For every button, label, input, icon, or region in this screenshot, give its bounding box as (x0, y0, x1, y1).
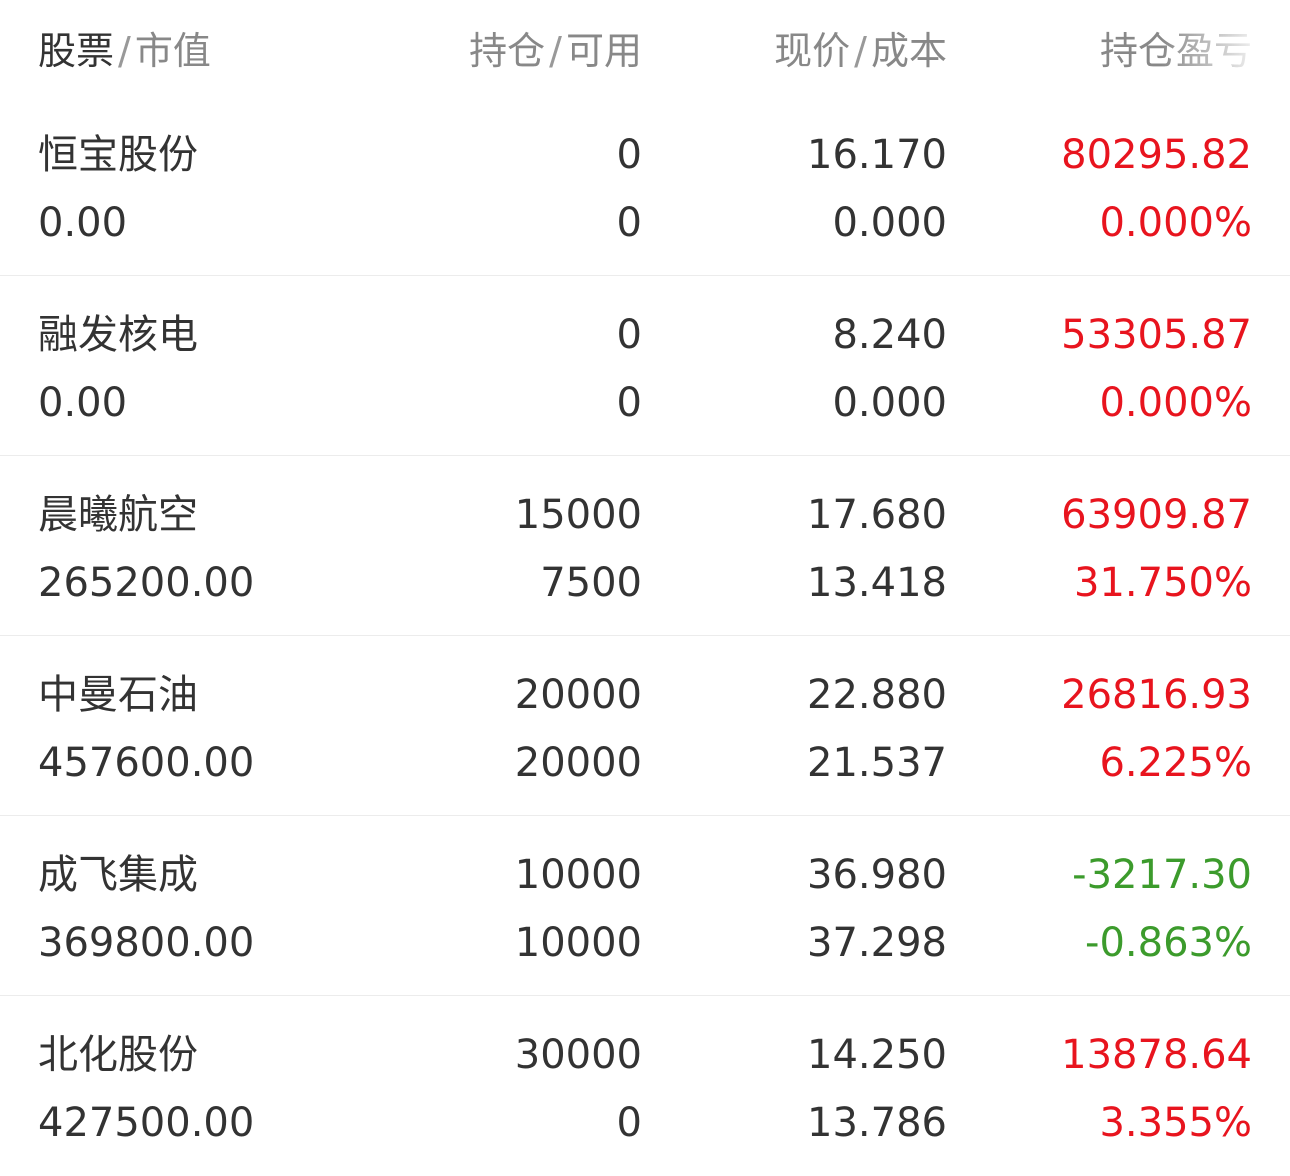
pnl-amount: -3217.30 (1072, 852, 1252, 898)
available-qty: 0 (616, 200, 642, 246)
market-value: 369800.00 (38, 920, 255, 966)
header-market-value-label: 市值 (134, 29, 211, 73)
header-position-available[interactable]: 持仓 / 可用 (469, 26, 642, 76)
pnl-percent: 0.000% (1099, 200, 1252, 246)
cost-price: 21.537 (807, 740, 947, 786)
pnl-percent: 0.000% (1099, 380, 1252, 426)
available-qty: 7500 (540, 560, 642, 606)
holding-row[interactable]: 中曼石油 457600.00 20000 20000 22.880 21.537… (0, 636, 1290, 816)
stock-name: 中曼石油 (38, 672, 198, 718)
header-position-label: 持仓 (469, 29, 546, 73)
holding-row[interactable]: 恒宝股份 0.00 0 0 16.170 0.000 80295.82 0.00… (0, 96, 1290, 276)
current-price: 22.880 (807, 672, 947, 718)
header-available-label: 可用 (565, 29, 642, 73)
pnl-percent: 6.225% (1099, 740, 1252, 786)
header-position-pnl[interactable]: 持仓盈亏 (1100, 26, 1252, 76)
pnl-percent: 31.750% (1074, 560, 1252, 606)
position-qty: 10000 (514, 852, 642, 898)
market-value: 427500.00 (38, 1100, 255, 1146)
position-qty: 0 (616, 312, 642, 358)
current-price: 36.980 (807, 852, 947, 898)
stock-name: 融发核电 (38, 312, 198, 358)
stock-name: 晨曦航空 (38, 492, 198, 538)
pnl-percent: -0.863% (1085, 920, 1252, 966)
available-qty: 0 (616, 380, 642, 426)
stock-name: 北化股份 (38, 1032, 198, 1078)
header-separator: / (549, 29, 562, 73)
pnl-amount: 13878.64 (1061, 1032, 1252, 1078)
current-price: 16.170 (807, 132, 947, 178)
position-qty: 30000 (514, 1032, 642, 1078)
holding-row[interactable]: 北化股份 427500.00 30000 0 14.250 13.786 138… (0, 996, 1290, 1176)
pnl-amount: 53305.87 (1061, 312, 1252, 358)
market-value: 457600.00 (38, 740, 255, 786)
header-stock-market-value[interactable]: 股票 / 市值 (38, 26, 211, 76)
available-qty: 20000 (514, 740, 642, 786)
holdings-list: 恒宝股份 0.00 0 0 16.170 0.000 80295.82 0.00… (0, 96, 1290, 1176)
stock-name: 成飞集成 (38, 852, 198, 898)
market-value: 265200.00 (38, 560, 255, 606)
header-separator: / (854, 29, 867, 73)
current-price: 17.680 (807, 492, 947, 538)
table-header: 股票 / 市值 持仓 / 可用 现价 / 成本 持仓盈亏 (0, 0, 1290, 100)
cost-price: 13.786 (807, 1100, 947, 1146)
header-cost-label: 成本 (870, 29, 947, 73)
market-value: 0.00 (38, 200, 128, 246)
market-value: 0.00 (38, 380, 128, 426)
holding-row[interactable]: 成飞集成 369800.00 10000 10000 36.980 37.298… (0, 816, 1290, 996)
pnl-amount: 26816.93 (1061, 672, 1252, 718)
cost-price: 0.000 (832, 200, 947, 246)
header-stock-label: 股票 (38, 29, 115, 73)
position-qty: 20000 (514, 672, 642, 718)
available-qty: 10000 (514, 920, 642, 966)
pnl-amount: 63909.87 (1061, 492, 1252, 538)
current-price: 8.240 (832, 312, 947, 358)
position-qty: 0 (616, 132, 642, 178)
holding-row[interactable]: 融发核电 0.00 0 0 8.240 0.000 53305.87 0.000… (0, 276, 1290, 456)
current-price: 14.250 (807, 1032, 947, 1078)
cost-price: 13.418 (807, 560, 947, 606)
available-qty: 0 (616, 1100, 642, 1146)
header-separator: / (118, 29, 131, 73)
header-price-label: 现价 (774, 29, 851, 73)
stock-name: 恒宝股份 (38, 132, 198, 178)
cost-price: 37.298 (807, 920, 947, 966)
header-pnl-label: 持仓盈亏 (1099, 29, 1252, 73)
pnl-amount: 80295.82 (1061, 132, 1252, 178)
header-price-cost[interactable]: 现价 / 成本 (774, 26, 947, 76)
cost-price: 0.000 (832, 380, 947, 426)
pnl-percent: 3.355% (1099, 1100, 1252, 1146)
position-qty: 15000 (514, 492, 642, 538)
holding-row[interactable]: 晨曦航空 265200.00 15000 7500 17.680 13.418 … (0, 456, 1290, 636)
